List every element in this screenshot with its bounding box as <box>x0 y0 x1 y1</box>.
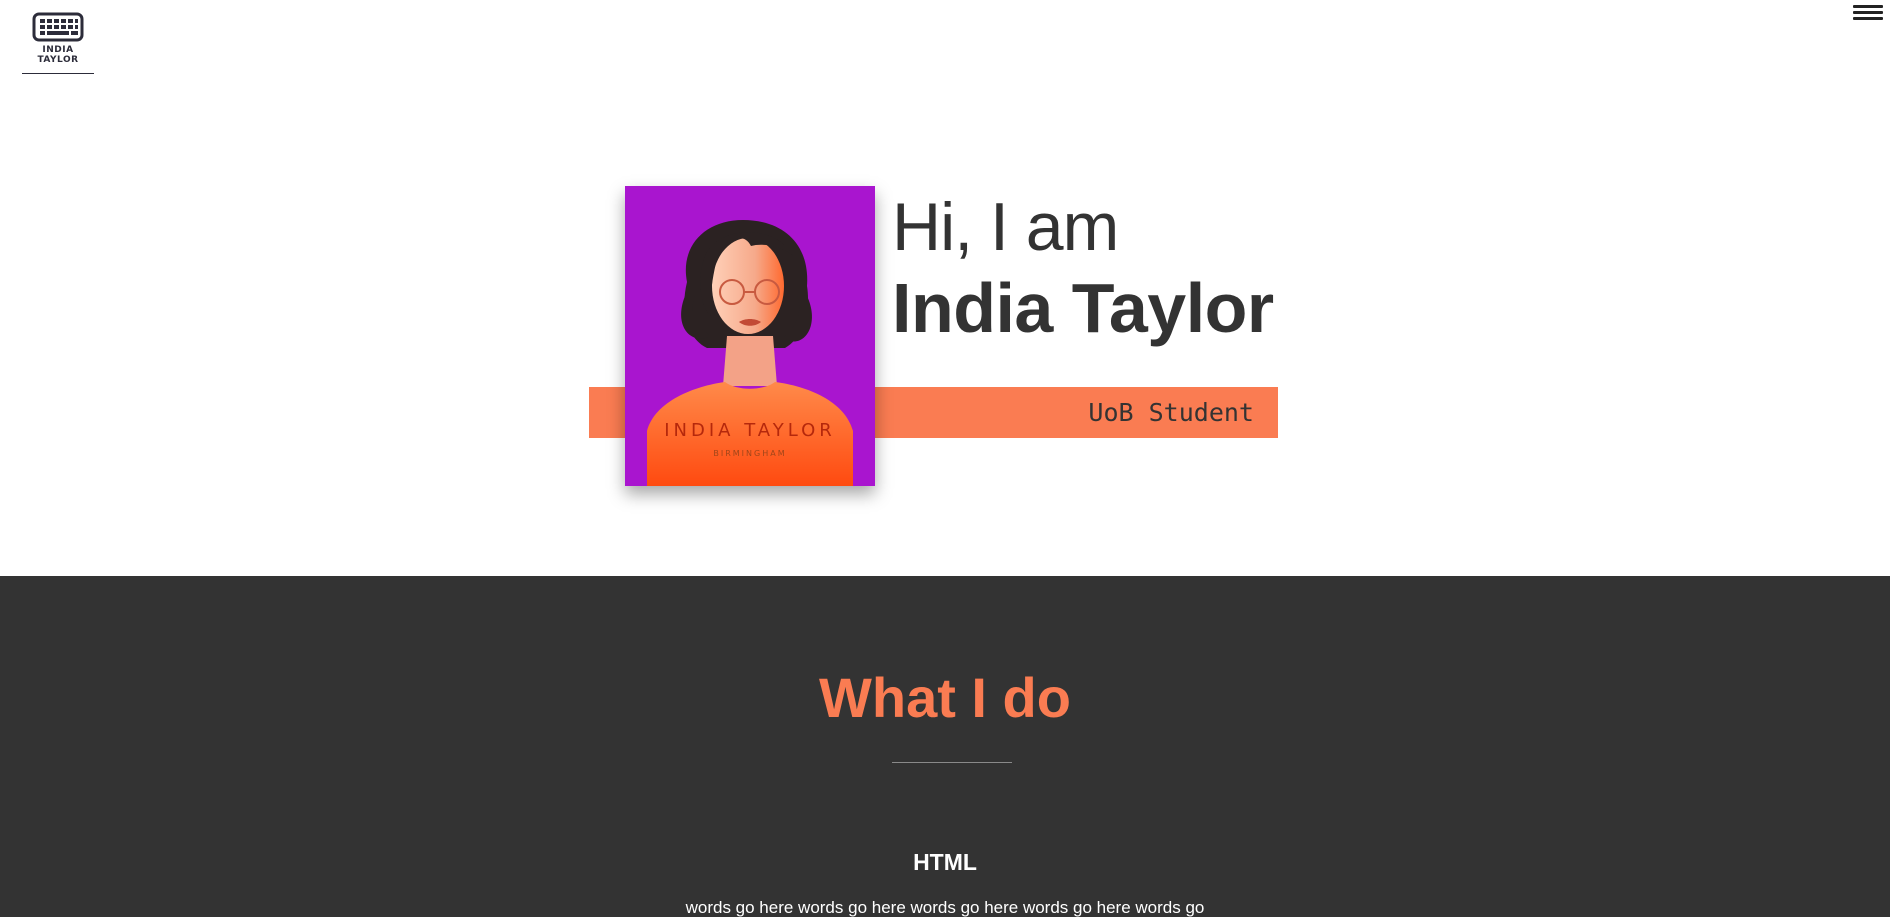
what-i-do-section: What I do HTML words go here words go he… <box>0 576 1890 917</box>
hero-greeting: Hi, I am <box>892 189 1119 265</box>
portrait-image: INDIA TAYLOR BIRMINGHAM <box>625 186 875 486</box>
hero-section: UoB Student INDIA TAYLOR BIRMINGHAM Hi, … <box>0 0 1890 576</box>
portrait-city-text: BIRMINGHAM <box>713 449 786 458</box>
hero-role: UoB Student <box>1088 398 1254 427</box>
section-divider <box>892 762 1012 763</box>
skill-title-html: HTML <box>913 849 977 875</box>
portrait-name-text: INDIA TAYLOR <box>664 420 836 441</box>
hero-name: India Taylor <box>892 269 1274 347</box>
section-title: What I do <box>819 666 1071 729</box>
skill-description-html: words go here words go here words go her… <box>685 898 1205 917</box>
portrait-illustration: INDIA TAYLOR BIRMINGHAM <box>625 186 875 486</box>
